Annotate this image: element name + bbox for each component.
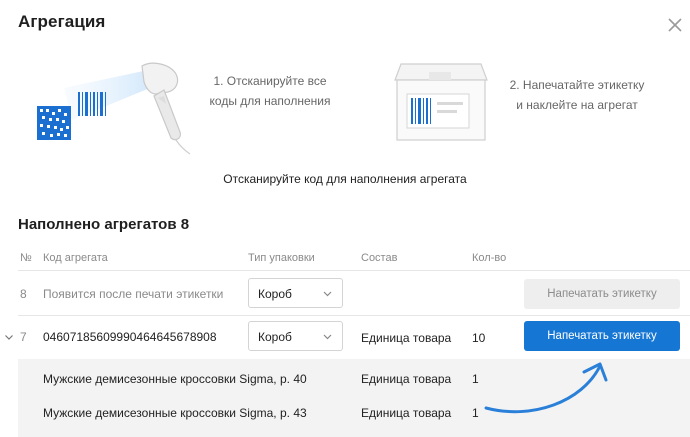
item-qty: 1 bbox=[472, 372, 479, 386]
scanner-gun-icon bbox=[141, 62, 191, 155]
print-label-button[interactable]: Напечатать этикетку bbox=[524, 321, 680, 351]
dialog-title: Агрегация bbox=[18, 12, 106, 31]
scan-hint: Отсканируйте код для наполнения агрегата bbox=[223, 172, 467, 186]
package-type-value: Короб bbox=[258, 330, 292, 344]
row-divider bbox=[18, 315, 690, 316]
item-content: Единица товара bbox=[361, 406, 452, 420]
package-type-select[interactable]: Короб bbox=[248, 321, 343, 351]
datamatrix-icon bbox=[37, 106, 71, 140]
chevron-down-icon bbox=[323, 334, 332, 340]
item-name: Мужские демисезонные кроссовки Sigma, р.… bbox=[43, 406, 307, 420]
box-illustration bbox=[394, 63, 488, 141]
header-num: № bbox=[20, 252, 32, 264]
package-type-value: Короб bbox=[258, 287, 292, 301]
print-label-button-disabled[interactable]: Напечатать этикетку bbox=[524, 279, 680, 309]
close-icon[interactable] bbox=[664, 14, 686, 36]
header-code: Код агрегата bbox=[43, 252, 108, 264]
expand-chevron-icon[interactable] bbox=[4, 332, 14, 342]
header-package: Тип упаковки bbox=[248, 252, 315, 264]
step-one-line1: 1. Отсканируйте все bbox=[213, 74, 327, 88]
scanner-illustration bbox=[37, 62, 191, 155]
step-one-text: 1. Отсканируйте все коды для наполнения bbox=[188, 71, 352, 111]
item-qty: 1 bbox=[472, 406, 479, 420]
step-one-line2: коды для наполнения bbox=[209, 94, 331, 108]
step-two-text: 2. Напечатайте этикетку и наклейте на аг… bbox=[494, 75, 660, 115]
step-two-line2: и наклейте на агрегат bbox=[516, 98, 638, 112]
item-name: Мужские демисезонные кроссовки Sigma, р.… bbox=[43, 372, 307, 386]
row-code: Появится после печати этикетки bbox=[43, 287, 224, 301]
row-num: 7 bbox=[20, 330, 27, 344]
row-num: 8 bbox=[20, 287, 27, 301]
step-two-line1: 2. Напечатайте этикетку bbox=[509, 78, 645, 92]
item-content: Единица товара bbox=[361, 372, 452, 386]
aggregation-dialog: Агрегация 1. Отсканируйте все коды для н… bbox=[0, 0, 690, 437]
header-divider bbox=[18, 270, 690, 271]
row-qty: 10 bbox=[472, 331, 486, 345]
package-type-select[interactable]: Короб bbox=[248, 278, 343, 308]
row-content: Единица товара bbox=[361, 331, 452, 345]
chevron-down-icon bbox=[323, 291, 332, 297]
header-qty: Кол-во bbox=[472, 252, 507, 264]
pointer-arrow-icon bbox=[484, 362, 608, 414]
header-content: Состав bbox=[361, 252, 398, 264]
aggregates-count-title: Наполнено агрегатов 8 bbox=[18, 216, 190, 233]
row-code: 04607185609990464645678908 bbox=[43, 330, 217, 344]
